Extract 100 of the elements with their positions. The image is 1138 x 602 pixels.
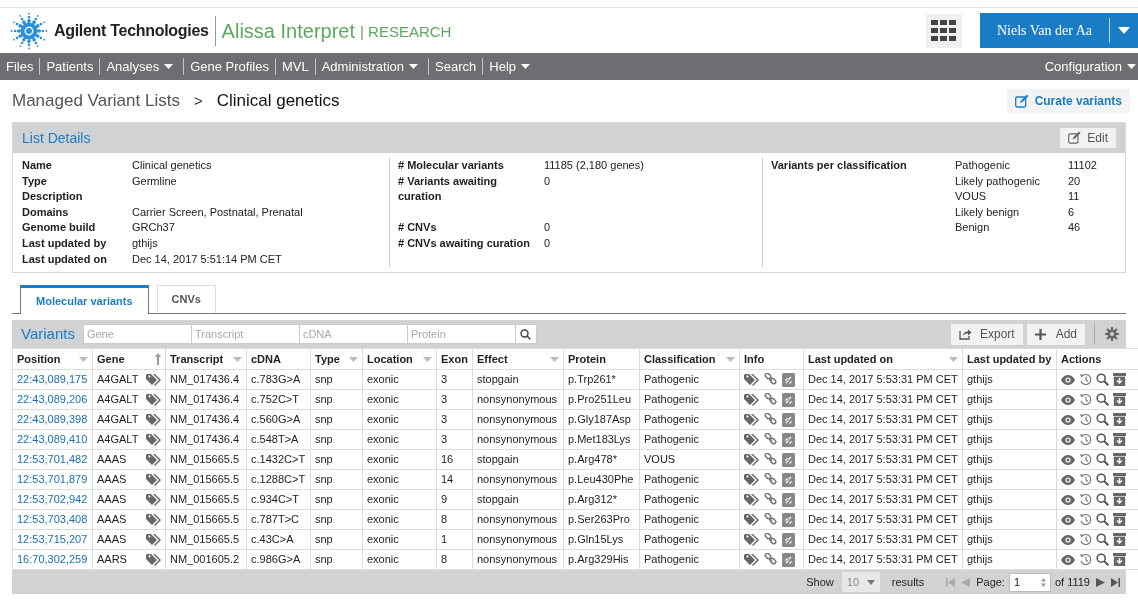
- archive-icon[interactable]: [1113, 413, 1126, 427]
- tag-icon[interactable]: [146, 453, 161, 466]
- archive-icon[interactable]: [1113, 433, 1126, 447]
- settings-button[interactable]: [1104, 326, 1120, 343]
- eye-icon[interactable]: [1061, 454, 1075, 465]
- history-icon[interactable]: [1079, 533, 1092, 547]
- filter-field[interactable]: Protein: [406, 324, 515, 345]
- search-icon[interactable]: [1096, 393, 1109, 407]
- tag-icon[interactable]: [146, 413, 161, 426]
- tag-icon[interactable]: [146, 513, 161, 526]
- nav-item[interactable]: MVL: [275, 58, 315, 75]
- filter-field[interactable]: Transcript: [190, 324, 299, 345]
- apps-grid-button[interactable]: [926, 13, 962, 48]
- unlink-icon[interactable]: [782, 552, 795, 567]
- unlink-icon[interactable]: [782, 452, 795, 467]
- history-icon[interactable]: [1079, 473, 1092, 487]
- last-page-button[interactable]: [1111, 577, 1120, 587]
- link-icon[interactable]: [764, 373, 777, 387]
- tag-icon[interactable]: [744, 433, 759, 446]
- filter-field[interactable]: Gene: [82, 324, 191, 345]
- search-icon[interactable]: [1096, 373, 1109, 387]
- nav-item[interactable]: Patients: [40, 58, 100, 75]
- add-button[interactable]: Add: [1026, 323, 1085, 345]
- nav-item[interactable]: Files: [0, 58, 40, 75]
- eye-icon[interactable]: [1061, 494, 1075, 505]
- breadcrumb-link[interactable]: Managed Variant Lists: [12, 88, 180, 114]
- archive-icon[interactable]: [1113, 473, 1126, 487]
- eye-icon[interactable]: [1061, 534, 1075, 545]
- unlink-icon[interactable]: [782, 412, 795, 427]
- link-icon[interactable]: [764, 413, 777, 427]
- nav-item[interactable]: Search: [429, 58, 483, 75]
- history-icon[interactable]: [1079, 393, 1092, 407]
- page-size-select[interactable]: 10: [841, 572, 880, 593]
- unlink-icon[interactable]: [782, 492, 795, 507]
- search-icon[interactable]: [1096, 553, 1109, 567]
- tag-icon[interactable]: [744, 473, 759, 486]
- archive-icon[interactable]: [1113, 553, 1126, 567]
- tag-icon[interactable]: [146, 553, 161, 566]
- search-icon[interactable]: [1096, 493, 1109, 507]
- unlink-icon[interactable]: [782, 512, 795, 527]
- history-icon[interactable]: [1079, 433, 1092, 447]
- link-icon[interactable]: [764, 493, 777, 507]
- nav-item[interactable]: Administration: [315, 58, 429, 75]
- tag-icon[interactable]: [744, 493, 759, 506]
- nav-item[interactable]: Analyses: [100, 58, 184, 75]
- search-icon[interactable]: [1096, 473, 1109, 487]
- nav-item[interactable]: Gene Profiles: [184, 58, 275, 75]
- edit-button[interactable]: Edit: [1060, 128, 1116, 148]
- eye-icon[interactable]: [1061, 434, 1075, 445]
- tab[interactable]: Molecular variants: [20, 285, 149, 315]
- history-icon[interactable]: [1079, 413, 1092, 427]
- history-icon[interactable]: [1079, 553, 1092, 567]
- tag-icon[interactable]: [146, 373, 161, 386]
- tag-icon[interactable]: [146, 433, 161, 446]
- link-icon[interactable]: [764, 473, 777, 487]
- search-icon[interactable]: [1096, 533, 1109, 547]
- tag-icon[interactable]: [744, 553, 759, 566]
- eye-icon[interactable]: [1061, 554, 1075, 565]
- link-icon[interactable]: [764, 453, 777, 467]
- unlink-icon[interactable]: [782, 532, 795, 547]
- archive-icon[interactable]: [1113, 393, 1126, 407]
- history-icon[interactable]: [1079, 493, 1092, 507]
- stepper-icon[interactable]: [1040, 577, 1046, 587]
- tag-icon[interactable]: [744, 413, 759, 426]
- tag-icon[interactable]: [744, 453, 759, 466]
- sort-ascending-icon[interactable]: [155, 353, 161, 366]
- tag-icon[interactable]: [744, 393, 759, 406]
- search-icon[interactable]: [1096, 453, 1109, 467]
- search-icon[interactable]: [1096, 433, 1109, 447]
- export-button[interactable]: Export: [950, 323, 1023, 345]
- history-icon[interactable]: [1079, 453, 1092, 467]
- unlink-icon[interactable]: [782, 432, 795, 447]
- archive-icon[interactable]: [1113, 373, 1126, 387]
- page-input[interactable]: 1: [1008, 572, 1051, 592]
- eye-icon[interactable]: [1061, 474, 1075, 485]
- curate-variants-button[interactable]: Curate variants: [1006, 89, 1130, 113]
- eye-icon[interactable]: [1061, 374, 1075, 385]
- eye-icon[interactable]: [1061, 514, 1075, 525]
- archive-icon[interactable]: [1113, 493, 1126, 507]
- eye-icon[interactable]: [1061, 394, 1075, 405]
- eye-icon[interactable]: [1061, 414, 1075, 425]
- tag-icon[interactable]: [146, 493, 161, 506]
- next-page-button[interactable]: [1096, 577, 1105, 587]
- history-icon[interactable]: [1079, 373, 1092, 387]
- archive-icon[interactable]: [1113, 513, 1126, 527]
- link-icon[interactable]: [764, 513, 777, 527]
- link-icon[interactable]: [764, 553, 777, 567]
- search-icon[interactable]: [1096, 513, 1109, 527]
- link-icon[interactable]: [764, 533, 777, 547]
- link-icon[interactable]: [764, 433, 777, 447]
- tab[interactable]: CNVs: [156, 285, 216, 314]
- unlink-icon[interactable]: [782, 392, 795, 407]
- user-menu-button[interactable]: Niels Van der Aa: [980, 13, 1138, 48]
- tag-icon[interactable]: [744, 533, 759, 546]
- unlink-icon[interactable]: [782, 472, 795, 487]
- archive-icon[interactable]: [1113, 533, 1126, 547]
- tag-icon[interactable]: [744, 513, 759, 526]
- link-icon[interactable]: [764, 393, 777, 407]
- tag-icon[interactable]: [146, 393, 161, 406]
- tag-icon[interactable]: [744, 373, 759, 386]
